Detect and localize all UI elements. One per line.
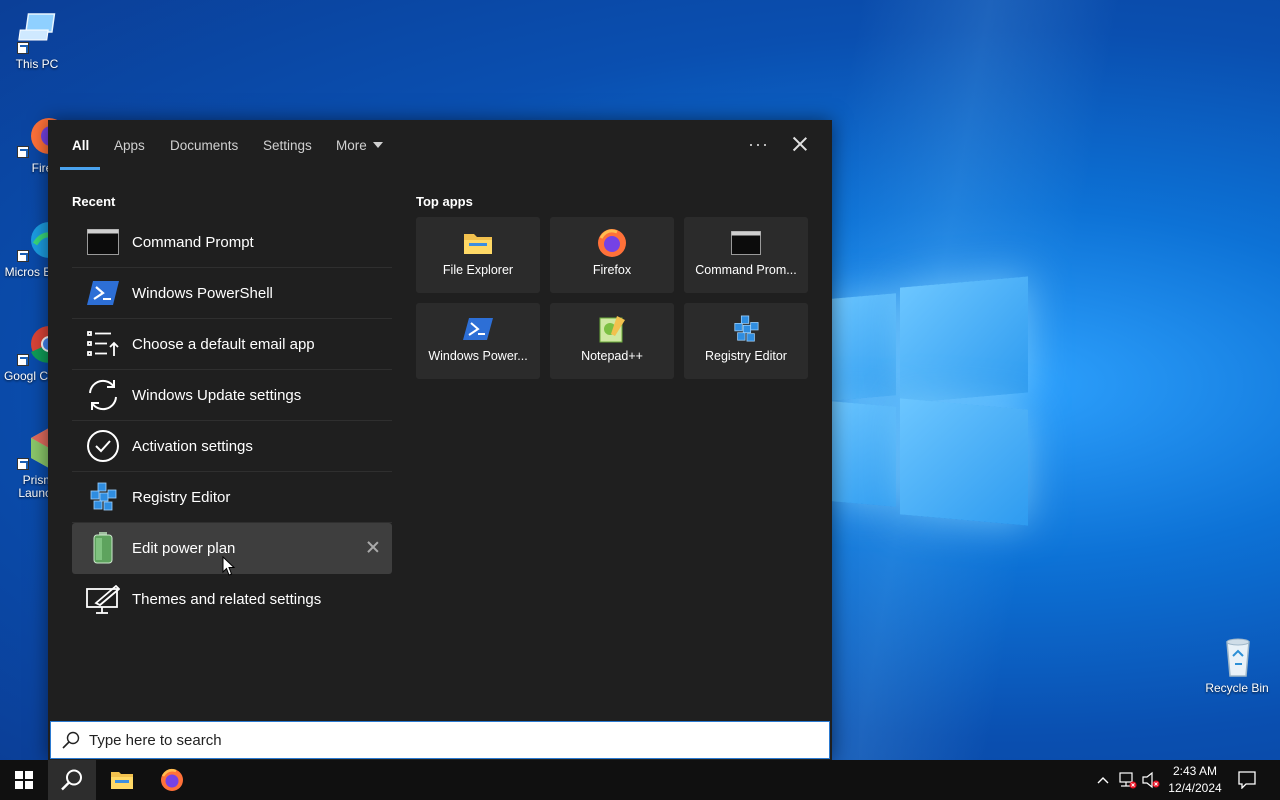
action-center-button[interactable]: [1234, 760, 1260, 800]
desktop-icon-this-pc[interactable]: This PC: [0, 10, 74, 71]
app-tile[interactable]: Notepad++: [550, 303, 674, 379]
volume-button[interactable]: [1140, 760, 1162, 800]
app-tile[interactable]: Registry Editor: [684, 303, 808, 379]
folder-icon: [111, 772, 133, 789]
list-item[interactable]: Themes and related settings: [72, 574, 392, 625]
search-box[interactable]: [50, 721, 830, 759]
list-item-label: Windows Update settings: [132, 386, 302, 404]
app-tile-label: Notepad++: [581, 349, 643, 363]
more-options-icon[interactable]: ···: [748, 134, 769, 155]
tab-more-label: More: [336, 138, 367, 153]
tab-more[interactable]: More: [336, 138, 383, 153]
windows-logo-wallpaper: [832, 276, 1028, 526]
volume-muted-icon: [1142, 771, 1160, 789]
tab-all[interactable]: All: [72, 138, 89, 153]
show-hidden-icons-button[interactable]: [1094, 760, 1112, 800]
firefox-icon: [161, 768, 183, 791]
chevron-up-icon: [1097, 777, 1109, 784]
network-disconnected-icon: [1119, 772, 1137, 789]
search-input[interactable]: [89, 731, 789, 749]
computer-icon: [15, 10, 59, 54]
chevron-down-icon: [372, 142, 383, 148]
search-tabs: All Apps Documents Settings More ···: [48, 120, 832, 172]
list-item-label: Registry Editor: [132, 488, 231, 506]
clock-date: 12/4/2024: [1168, 781, 1222, 795]
list-item[interactable]: Windows Update settings: [72, 370, 392, 421]
windows-start-icon: [15, 771, 33, 789]
notepad-plus-plus-icon: [597, 315, 627, 343]
firefox-icon: [597, 229, 627, 257]
list-item[interactable]: Registry Editor: [72, 472, 392, 523]
desktop-icon-recycle-bin[interactable]: Recycle Bin: [1200, 634, 1274, 695]
refresh-icon: [86, 378, 120, 412]
registry-editor-icon: [86, 480, 120, 514]
tab-documents[interactable]: Documents: [170, 138, 238, 153]
registry-editor-icon: [731, 315, 761, 343]
powershell-icon: [86, 276, 120, 310]
powershell-icon: [463, 315, 493, 343]
search-button[interactable]: [48, 760, 96, 800]
search-panel: All Apps Documents Settings More ··· Rec…: [48, 120, 832, 760]
desktop-icon-label: This PC: [15, 57, 59, 71]
mouse-cursor-icon: [222, 555, 236, 581]
recycle-bin-icon: [1215, 634, 1259, 678]
taskbar: 2:43 AM 12/4/2024: [0, 760, 1280, 800]
checkmark-circle-icon: [86, 429, 120, 463]
list-item-label: Windows PowerShell: [132, 284, 273, 302]
network-button[interactable]: [1116, 760, 1138, 800]
app-tile[interactable]: Windows Power...: [416, 303, 540, 379]
search-icon: [61, 730, 81, 750]
recent-heading: Recent: [72, 194, 116, 209]
list-settings-icon: [86, 327, 120, 361]
taskbar-clock[interactable]: 2:43 AM 12/4/2024: [1160, 763, 1230, 797]
firefox-taskbar-button[interactable]: [148, 760, 196, 800]
list-item[interactable]: Windows PowerShell: [72, 268, 392, 319]
command-prompt-icon: [86, 225, 120, 259]
app-tile-label: Command Prom...: [695, 263, 797, 277]
notification-icon: [1238, 771, 1256, 789]
file-explorer-button[interactable]: [98, 760, 146, 800]
list-item[interactable]: Choose a default email app: [72, 319, 392, 370]
app-tile[interactable]: Command Prom...: [684, 217, 808, 293]
app-tile[interactable]: Firefox: [550, 217, 674, 293]
app-tile-label: File Explorer: [442, 263, 514, 277]
command-prompt-icon: [731, 229, 761, 257]
desktop-icon-label: Recycle Bin: [1205, 681, 1269, 695]
pen-monitor-icon: [86, 583, 120, 617]
tab-apps[interactable]: Apps: [114, 138, 145, 153]
list-item[interactable]: Activation settings: [72, 421, 392, 472]
search-icon: [61, 769, 82, 791]
start-button[interactable]: [0, 760, 48, 800]
list-item-label: Command Prompt: [132, 233, 254, 251]
close-icon[interactable]: [790, 134, 810, 154]
app-tile-label: Registry Editor: [705, 349, 787, 363]
battery-icon: [86, 531, 120, 565]
app-tile-label: Windows Power...: [428, 349, 528, 363]
list-item-label: Choose a default email app: [132, 335, 315, 353]
clock-time: 2:43 AM: [1172, 764, 1218, 778]
list-item-label: Activation settings: [132, 437, 253, 455]
app-tile[interactable]: File Explorer: [416, 217, 540, 293]
list-item-label: Edit power plan: [132, 539, 236, 557]
app-tile-label: Firefox: [592, 263, 632, 277]
top-apps-heading: Top apps: [416, 194, 473, 209]
active-tab-indicator: [60, 167, 100, 170]
folder-icon: [463, 229, 493, 257]
tab-settings[interactable]: Settings: [263, 138, 312, 153]
list-item[interactable]: Command Prompt: [72, 217, 392, 268]
list-item-label: Themes and related settings: [132, 591, 322, 608]
remove-icon[interactable]: [366, 540, 380, 554]
